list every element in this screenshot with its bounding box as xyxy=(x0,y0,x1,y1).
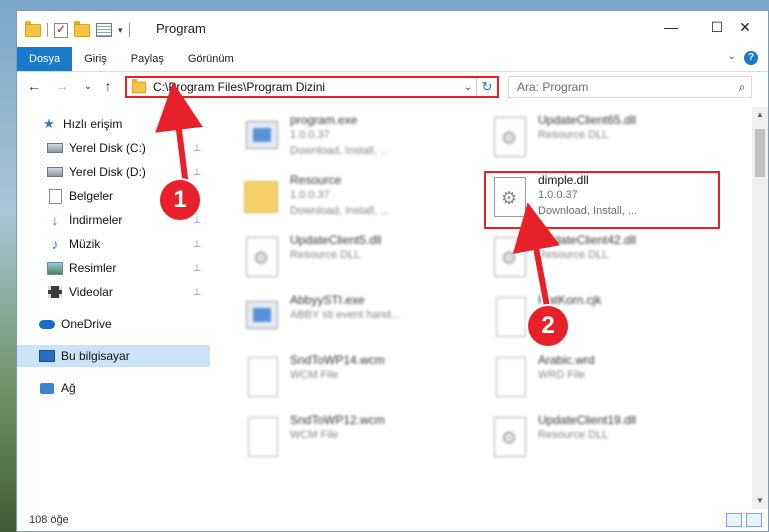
callout-step-2: 2 xyxy=(528,306,568,346)
annotation-arrows xyxy=(155,82,560,313)
callout-step-1: 1 xyxy=(160,180,200,220)
arrow-to-dimple-dll xyxy=(512,202,560,313)
